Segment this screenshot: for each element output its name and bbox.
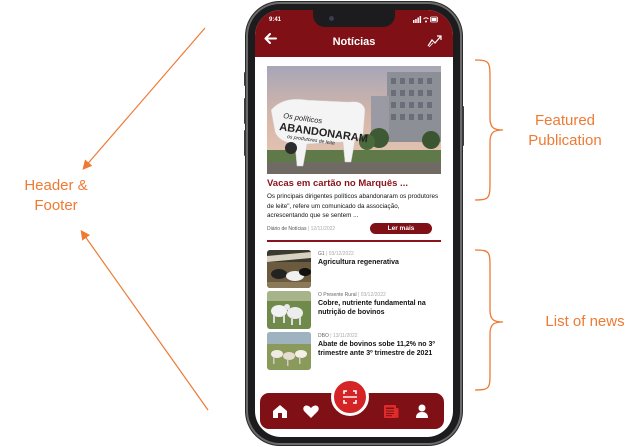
news-item[interactable]: G1 | 03/12/2022 Agricultura regenerativa — [267, 250, 443, 288]
user-icon[interactable] — [413, 402, 431, 420]
news-meta: G1 | 03/12/2022 — [318, 251, 354, 257]
section-divider — [267, 240, 441, 242]
news-date: 03/12/2022 — [360, 292, 386, 298]
featured-source: Diário de Notícias | 12/11/2022 — [267, 226, 336, 232]
camera — [329, 16, 334, 21]
news-thumbnail — [267, 332, 311, 370]
signal-wifi-battery-icon — [413, 16, 438, 23]
news-source: O Presente Rural — [318, 292, 357, 298]
app-screen: 9:41 Notícias Os políticos ABANDONARAM o… — [255, 10, 453, 437]
news-source: DBO — [318, 333, 329, 339]
news-item[interactable]: O Presente Rural | 03/12/2022 Cobre, nut… — [267, 291, 443, 329]
phone-frame: 9:41 Notícias Os políticos ABANDONARAM o… — [244, 2, 464, 445]
home-icon[interactable] — [271, 402, 289, 420]
news-date: 03/12/2022 — [328, 251, 354, 257]
status-time: 9:41 — [269, 17, 282, 23]
heart-icon[interactable] — [302, 402, 320, 420]
annotation-header-footer: Header & Footer — [24, 177, 88, 214]
news-source: G1 — [318, 251, 325, 257]
annotation-featured: Featured Publication — [528, 112, 602, 149]
featured-image[interactable]: Os políticos ABANDONARAM os produtores d… — [267, 66, 441, 174]
read-more-button[interactable]: Ler mais — [370, 223, 432, 234]
featured-description: Os principais dirigentes políticos aband… — [267, 193, 439, 219]
news-thumbnail — [267, 291, 311, 329]
featured-photo: Os políticos ABANDONARAM os produtores d… — [267, 66, 441, 174]
scan-button[interactable] — [331, 378, 369, 416]
news-meta: DBO | 13/11/2022 — [318, 333, 358, 339]
news-item[interactable]: DBO | 13/11/2022 Abate de bovinos sobe 1… — [267, 332, 443, 370]
featured-source-name: Diário de Notícias — [267, 226, 307, 232]
trending-up-icon[interactable] — [427, 34, 443, 48]
status-icons — [413, 16, 439, 25]
page-title: Notícias — [332, 36, 376, 48]
news-title: Agricultura regenerativa — [318, 259, 399, 266]
news-title: Cobre, nutriente fundamental na nutrição… — [318, 300, 426, 316]
news-title: Abate de bovinos sobe 11,2% no 3º trimes… — [318, 341, 435, 357]
news-meta: O Presente Rural | 03/12/2022 — [318, 292, 386, 298]
notch — [313, 10, 395, 27]
news-date: 13/11/2022 — [332, 333, 358, 339]
scan-icon — [343, 390, 357, 404]
featured-date: 12/11/2022 — [310, 226, 336, 232]
news-thumbnail — [267, 250, 311, 288]
featured-title[interactable]: Vacas em cartão no Marquês ... — [267, 178, 441, 189]
annotation-list-of-news: List of news — [545, 313, 625, 330]
newspaper-icon[interactable] — [382, 402, 400, 420]
